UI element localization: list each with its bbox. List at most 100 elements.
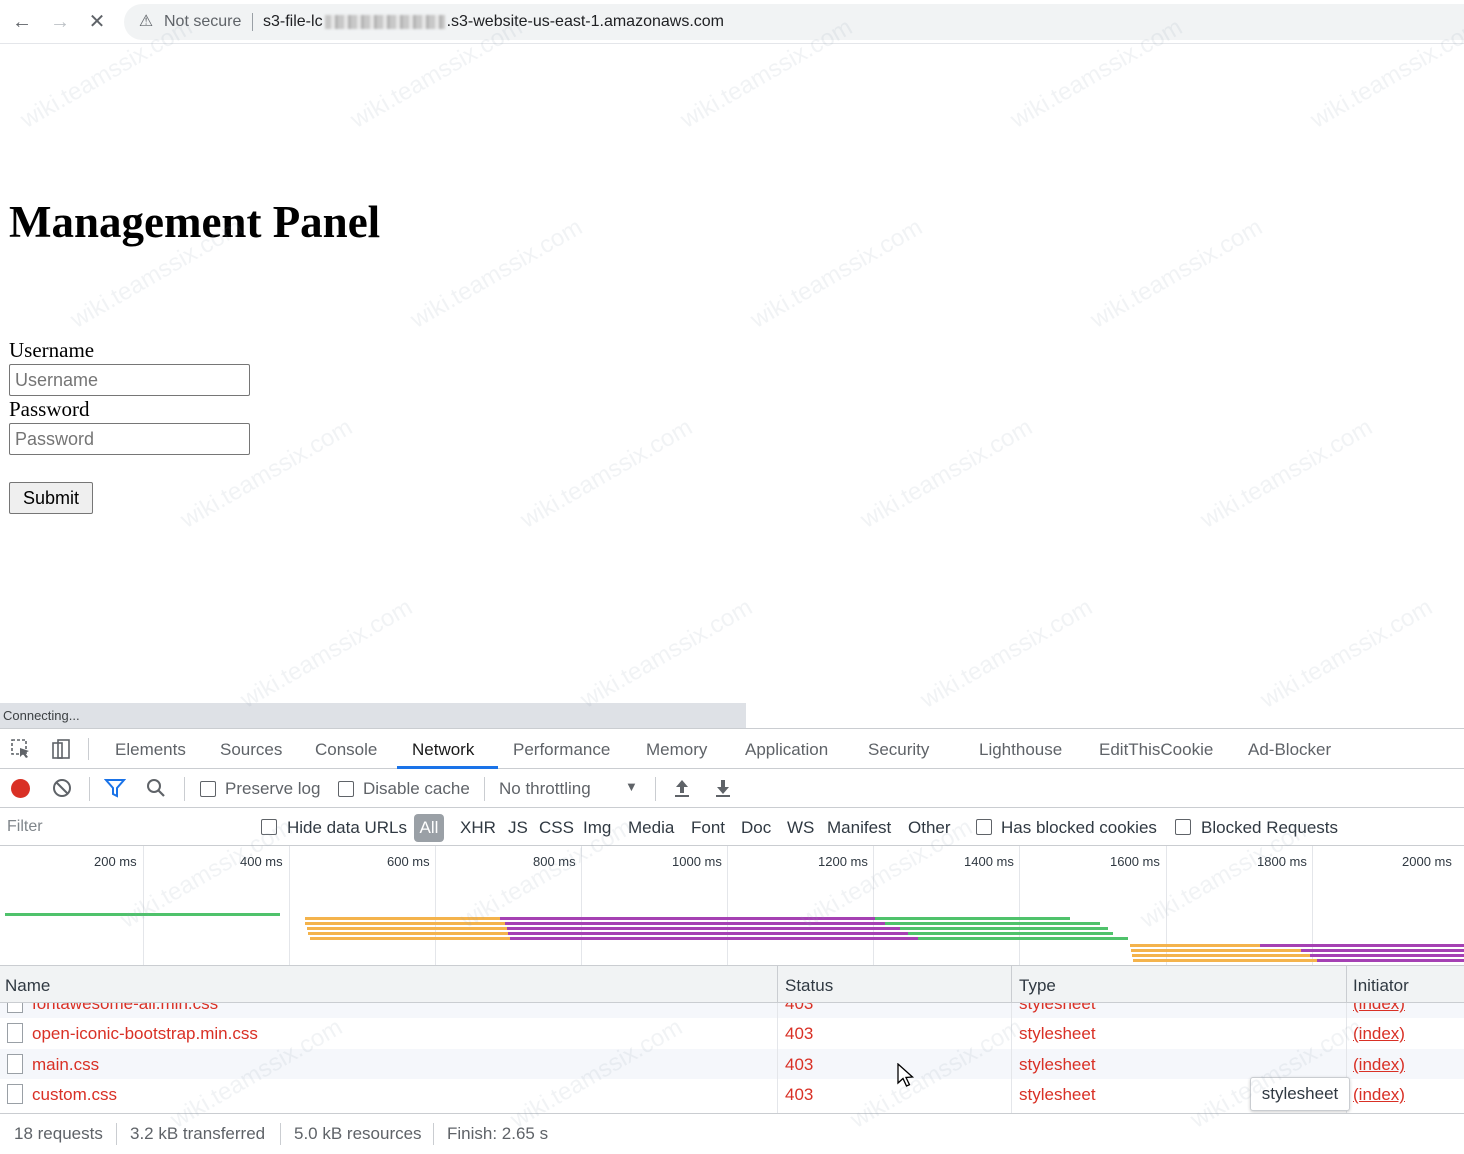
filter-type-ws[interactable]: WS [787, 818, 814, 838]
column-divider [1011, 1003, 1012, 1113]
request-name[interactable]: open-iconic-bootstrap.min.css [32, 1024, 258, 1044]
file-icon [7, 1023, 23, 1043]
username-input[interactable] [9, 364, 250, 396]
column-divider[interactable] [1346, 966, 1347, 1003]
filter-type-manifest[interactable]: Manifest [827, 818, 891, 838]
request-initiator-link[interactable]: (index) [1353, 1085, 1405, 1105]
forward-arrow-icon[interactable]: → [48, 10, 72, 34]
timeline-tick: 1600 ms [1110, 854, 1160, 869]
request-type: stylesheet [1019, 1085, 1096, 1104]
finish-time: Finish: 2.65 s [447, 1124, 549, 1143]
timeline-bar [885, 922, 1100, 925]
column-header-status[interactable]: Status [785, 976, 833, 996]
column-divider[interactable] [1011, 966, 1012, 1003]
request-initiator-link[interactable]: (index) [1353, 1055, 1405, 1075]
disable-cache-checkbox[interactable] [338, 781, 354, 797]
table-row[interactable]: fontawesome-all.min.css 403 stylesheet (… [0, 1003, 1464, 1018]
device-toolbar-icon[interactable] [50, 738, 72, 760]
chevron-down-icon[interactable]: ▼ [625, 779, 638, 794]
filter-type-doc[interactable]: Doc [741, 818, 771, 838]
clear-icon[interactable] [51, 777, 73, 799]
network-overview[interactable]: 200 ms 400 ms 600 ms 800 ms 1000 ms 1200… [0, 846, 1464, 966]
has-blocked-cookies-label[interactable]: Has blocked cookies [1001, 818, 1157, 838]
requests-table: fontawesome-all.min.css 403 stylesheet (… [0, 1003, 1464, 1113]
file-icon [7, 1084, 23, 1104]
timeline-bar [307, 927, 507, 930]
tab-ad-blocker[interactable]: Ad-Blocker [1248, 740, 1331, 760]
request-initiator-link[interactable]: (index) [1353, 1003, 1405, 1014]
hide-data-urls-checkbox[interactable] [261, 819, 277, 835]
blocked-requests-label[interactable]: Blocked Requests [1201, 818, 1338, 838]
tab-lighthouse[interactable]: Lighthouse [979, 740, 1062, 760]
tab-console[interactable]: Console [315, 740, 377, 760]
hide-data-urls-label[interactable]: Hide data URLs [287, 818, 407, 838]
tab-memory[interactable]: Memory [646, 740, 707, 760]
column-divider[interactable] [777, 966, 778, 1003]
disable-cache-label[interactable]: Disable cache [363, 779, 470, 799]
submit-button[interactable]: Submit [9, 482, 93, 514]
timeline-bar [510, 937, 918, 940]
address-bar[interactable]: ⚠ Not secure s3-file-lc .s3-website-us-ea… [124, 4, 1464, 40]
request-status: 403 [785, 1024, 814, 1043]
request-name[interactable]: main.css [32, 1055, 99, 1075]
filter-type-img[interactable]: Img [583, 818, 611, 838]
grid-line [873, 846, 874, 965]
blocked-requests-checkbox[interactable] [1175, 819, 1191, 835]
request-initiator-link[interactable]: (index) [1353, 1024, 1405, 1044]
filter-type-media[interactable]: Media [628, 818, 674, 838]
table-row[interactable]: custom.css 403 stylesheet (index) [0, 1079, 1464, 1109]
has-blocked-cookies-checkbox[interactable] [976, 819, 992, 835]
timeline-tick: 2000 ms [1402, 854, 1452, 869]
request-name[interactable]: custom.css [32, 1085, 117, 1105]
export-har-icon[interactable] [712, 777, 734, 799]
filter-type-other[interactable]: Other [908, 818, 951, 838]
tab-application[interactable]: Application [745, 740, 828, 760]
back-arrow-icon[interactable]: ← [10, 10, 34, 34]
search-icon[interactable] [145, 777, 167, 799]
tab-editthiscookie[interactable]: EditThisCookie [1099, 740, 1213, 760]
record-icon[interactable] [11, 779, 30, 798]
url-text[interactable]: s3-file-lc .s3-website-us-east-1.amazonaw… [263, 13, 724, 31]
filter-type-xhr[interactable]: XHR [460, 818, 496, 838]
tab-security[interactable]: Security [868, 740, 929, 760]
preserve-log-label[interactable]: Preserve log [225, 779, 320, 799]
timeline-bar [1260, 944, 1464, 947]
column-header-initiator[interactable]: Initiator [1353, 976, 1409, 996]
filter-icon[interactable] [104, 777, 126, 799]
timeline-tick: 1400 ms [964, 854, 1014, 869]
timeline-bar [1133, 959, 1317, 962]
warning-icon: ⚠ [138, 13, 154, 30]
table-row[interactable]: open-iconic-bootstrap.min.css 403 styles… [0, 1018, 1464, 1048]
filter-input[interactable] [1, 813, 241, 841]
filter-type-css[interactable]: CSS [539, 818, 574, 838]
divider [116, 1123, 117, 1145]
timeline-bar [1131, 949, 1301, 952]
tooltip: stylesheet [1250, 1077, 1350, 1111]
filter-type-js[interactable]: JS [508, 818, 528, 838]
tab-sources[interactable]: Sources [220, 740, 282, 760]
filter-type-all[interactable]: All [414, 814, 444, 842]
tab-network[interactable]: Network [412, 740, 474, 760]
column-header-name[interactable]: Name [5, 976, 50, 996]
tab-elements[interactable]: Elements [115, 740, 186, 760]
transferred-size: 3.2 kB transferred [130, 1124, 266, 1143]
column-header-type[interactable]: Type [1019, 976, 1056, 996]
divider [184, 777, 185, 801]
table-row[interactable]: main.css 403 stylesheet (index) [0, 1049, 1464, 1079]
security-label[interactable]: Not secure [164, 13, 241, 31]
timeline-tick: 400 ms [240, 854, 283, 869]
stop-loading-icon[interactable]: ✕ [85, 10, 109, 34]
column-divider [777, 1003, 778, 1113]
request-name[interactable]: fontawesome-all.min.css [32, 1003, 218, 1014]
import-har-icon[interactable] [671, 777, 693, 799]
request-status: 403 [785, 1055, 814, 1074]
tab-performance[interactable]: Performance [513, 740, 610, 760]
password-input[interactable] [9, 423, 250, 455]
preserve-log-checkbox[interactable] [200, 781, 216, 797]
throttling-select[interactable]: No throttling [499, 779, 591, 799]
inspect-element-icon[interactable] [10, 738, 32, 760]
page-title: Management Panel [9, 197, 381, 247]
request-type: stylesheet [1019, 1024, 1096, 1043]
filter-type-font[interactable]: Font [691, 818, 725, 838]
grid-line [143, 846, 144, 965]
